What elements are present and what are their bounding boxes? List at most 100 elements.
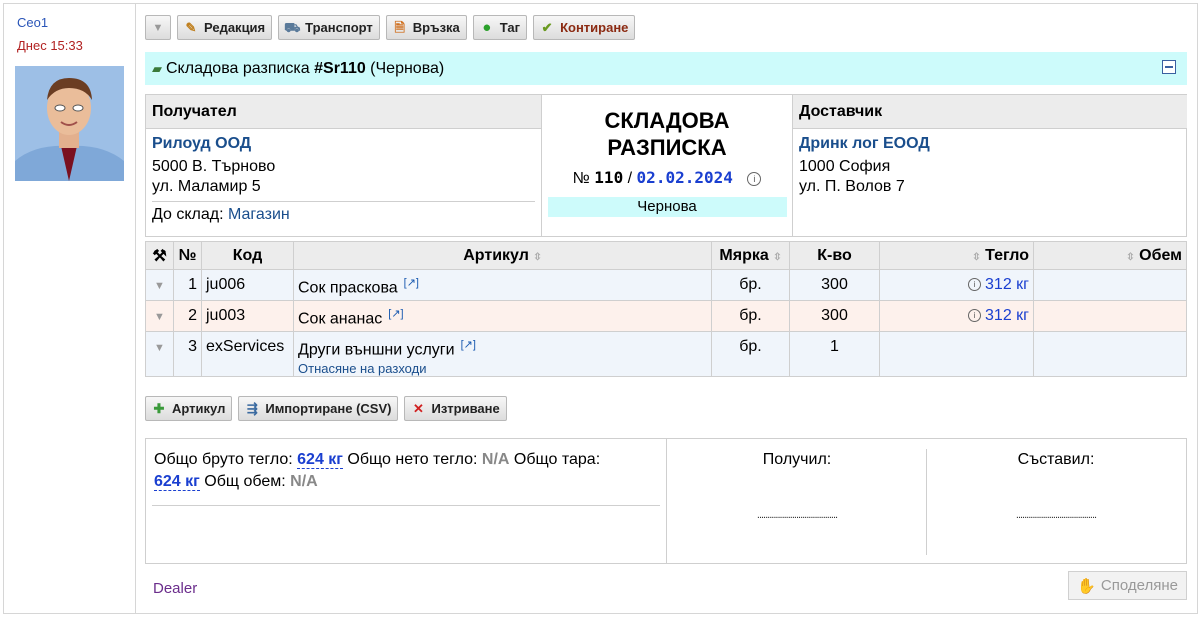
supplier-block: Доставчик Дринк лог ЕООД 1000 София ул. … <box>792 95 1187 236</box>
received-signature: Получил: ...............................… <box>666 439 927 563</box>
row-weight: i 312 кг <box>879 269 1034 301</box>
supplier-city: 1000 София <box>799 158 891 175</box>
tools-icon: ⚒ <box>152 247 167 265</box>
table-header-row: ⚒ № Код Артикул ⇳ Мярка ⇳ К-во ⇳ Тегло ⇳… <box>145 241 1187 270</box>
document-date: 02.02.2024 <box>636 168 733 187</box>
edit-button-label: Редакция <box>204 20 266 35</box>
row-article-name: Сок ананас <box>298 310 383 328</box>
row-menu-chevron-icon[interactable]: ▼ <box>154 311 165 323</box>
document-heading: СКЛАДОВА РАЗПИСКА <box>604 108 730 160</box>
document-title: Складова разписка #Sr110 (Чернова) <box>166 60 444 78</box>
gross-weight-label: Общо бруто тегло: <box>154 451 293 468</box>
title-prefix: Складова разписка <box>166 59 315 77</box>
external-link-icon[interactable]: [↗] <box>461 339 476 351</box>
row-unit: бр. <box>711 330 790 378</box>
info-icon[interactable]: i <box>747 171 762 186</box>
weight-header-label: Тегло <box>985 246 1029 264</box>
table-actions: ✚ Артикул ⇶ Импортиране (CSV) ✕ Изтриване <box>145 396 507 421</box>
store-link[interactable]: Магазин <box>228 206 290 223</box>
row-menu-chevron-icon[interactable]: ▼ <box>154 342 165 354</box>
row-article: Други външни услуги [↗] Отнасяне на разход… <box>293 330 712 378</box>
row-code: ju003 <box>201 300 294 332</box>
row-volume <box>1033 300 1187 332</box>
handshake-icon: ✋ <box>1077 577 1096 595</box>
document-id-block: СКЛАДОВА РАЗПИСКА № 110 / 02.02.2024 i Ч… <box>542 95 792 236</box>
gross-weight-value: 624 кг <box>297 451 343 469</box>
status-badge: Чернова <box>547 197 787 217</box>
info-icon[interactable]: i <box>968 278 982 292</box>
row-weight <box>879 330 1034 378</box>
row-article-note: Отнасяне на разходи <box>298 361 427 377</box>
table-row: ▼ 3 exServices Други външни услуги [↗] Отн… <box>145 330 1187 378</box>
received-signature-line: ....................................... <box>756 509 838 521</box>
net-weight-label: Общо нето тегло: <box>347 451 478 468</box>
external-link-icon[interactable]: [↗] <box>404 277 419 289</box>
composed-signature-line: ....................................... <box>1015 509 1097 521</box>
document-frame: Ceo1 Днес 15:33 ▼ ✎ Редакция ⛟ Транспорт 🗎… <box>3 3 1198 614</box>
document-link-icon: 🗎 <box>394 19 405 35</box>
link-button-label: Връзка <box>412 20 460 35</box>
row-qty: 300 <box>789 269 880 301</box>
sort-icon: ⇳ <box>533 251 542 263</box>
delete-label: Изтриване <box>431 401 500 416</box>
net-weight-value: N/A <box>481 451 510 468</box>
qty-header: К-во <box>789 241 880 270</box>
received-label: Получил: <box>762 451 832 468</box>
transport-button[interactable]: ⛟ Транспорт <box>278 15 380 40</box>
external-link-icon[interactable]: [↗] <box>388 308 403 320</box>
table-row: ▼ 2 ju003 Сок ананас [↗] бр. 300 i 312 кг <box>145 300 1187 332</box>
document-toolbar: ▼ ✎ Редакция ⛟ Транспорт 🗎 Връзка ● Таг ✔ Кон… <box>145 15 636 42</box>
collapse-icon[interactable] <box>1162 60 1176 74</box>
row-volume <box>1033 269 1187 301</box>
row-number: 3 <box>173 330 202 378</box>
sort-icon: ⇳ <box>773 251 782 263</box>
edit-button[interactable]: ✎ Редакция <box>177 15 273 40</box>
conto-button[interactable]: ✔ Контиране <box>533 15 636 40</box>
share-label: Споделяне <box>1100 577 1178 594</box>
dealer-label[interactable]: Dealer <box>153 580 197 597</box>
row-article-name: Други външни услуги <box>298 341 455 359</box>
delete-button[interactable]: ✕ Изтриване <box>404 396 507 421</box>
row-weight-value: 312 кг <box>985 276 1029 293</box>
unit-header[interactable]: Мярка ⇳ <box>711 241 790 270</box>
total-volume-label: Общ обем: <box>204 473 286 490</box>
recipient-name-link[interactable]: Рилоуд ООД <box>152 135 541 153</box>
tools-header: ⚒ <box>145 241 174 270</box>
totals-divider <box>152 505 660 506</box>
weight-header[interactable]: ⇳ Тегло <box>879 241 1034 270</box>
composed-signature: Съставил: ..............................… <box>926 439 1186 563</box>
title-suffix: (Чернова) <box>365 59 445 77</box>
tag-button[interactable]: ● Таг <box>472 15 528 40</box>
add-article-button[interactable]: ✚ Артикул <box>145 396 233 421</box>
row-article: Сок ананас [↗] <box>293 300 712 332</box>
warehouse-receipt-icon: ▰ <box>152 60 162 76</box>
title-handle: #Sr110 <box>314 59 366 77</box>
row-menu-chevron-icon[interactable]: ▼ <box>154 280 165 292</box>
share-button[interactable]: ✋ Споделяне <box>1068 571 1187 600</box>
delete-x-icon: ✕ <box>413 400 424 416</box>
link-button[interactable]: 🗎 Връзка <box>385 15 467 40</box>
document-header: Получател Рилоуд ООД 5000 В. Търново ул.… <box>145 94 1187 237</box>
import-csv-button[interactable]: ⇶ Импортиране (CSV) <box>238 396 399 421</box>
unit-header-label: Мярка <box>719 246 769 264</box>
recipient-header: Получател <box>146 95 541 129</box>
row-qty: 1 <box>789 330 880 378</box>
volume-header[interactable]: ⇳ Обем <box>1033 241 1187 270</box>
supplier-name-link[interactable]: Дринк лог ЕООД <box>799 135 1187 153</box>
more-dropdown-button[interactable]: ▼ <box>145 15 171 40</box>
article-header[interactable]: Артикул ⇳ <box>293 241 712 270</box>
document-number: 110 <box>594 168 624 187</box>
row-weight: i 312 кг <box>879 300 1034 332</box>
row-qty: 300 <box>789 300 880 332</box>
table-row: ▼ 1 ju006 Сок праскова [↗] бр. 300 i 312 к… <box>145 269 1187 301</box>
author-column: Ceo1 Днес 15:33 <box>4 4 136 613</box>
row-unit: бр. <box>711 269 790 301</box>
info-icon[interactable]: i <box>968 309 982 323</box>
author-name[interactable]: Ceo1 <box>17 15 48 30</box>
article-header-label: Артикул <box>463 246 529 264</box>
recipient-city: 5000 В. Търново <box>152 158 276 175</box>
pencil-icon: ✎ <box>185 19 197 35</box>
tag-dot-icon: ● <box>482 18 492 36</box>
document-main: ▼ ✎ Редакция ⛟ Транспорт 🗎 Връзка ● Таг ✔ Кон… <box>145 4 1187 613</box>
row-article: Сок праскова [↗] <box>293 269 712 301</box>
